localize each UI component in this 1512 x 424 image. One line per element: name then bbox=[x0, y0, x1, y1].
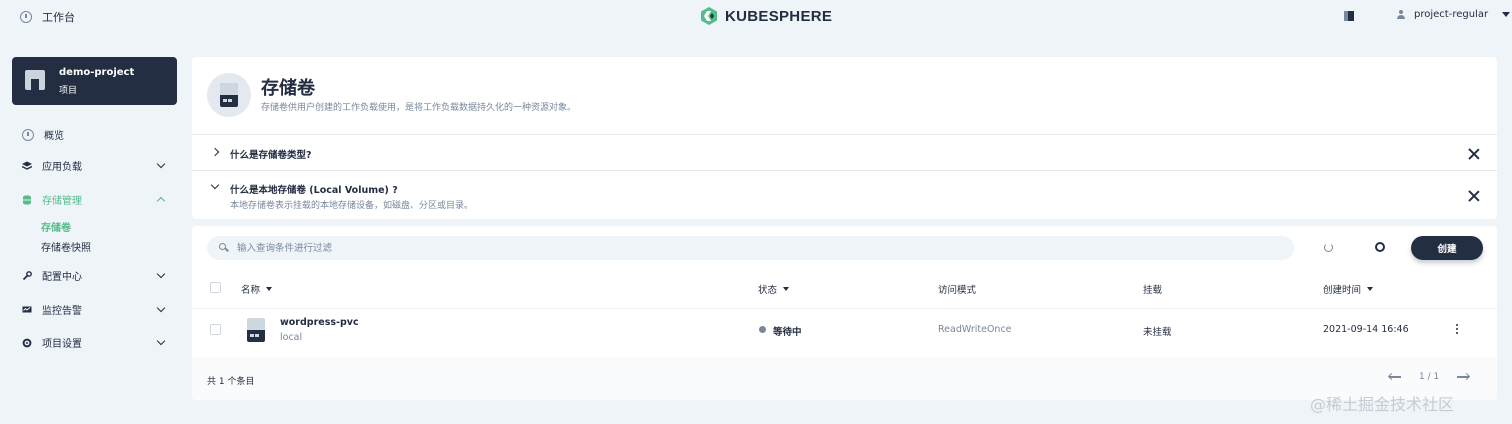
sidebar-item-monitoring[interactable]: 监控告警 bbox=[22, 302, 82, 317]
column-label: 访问模式 bbox=[938, 285, 977, 296]
brand-name: KUBESPHERE bbox=[725, 7, 833, 25]
page-header: 存储卷 存储卷供用户创建的工作负载使用，是将工作负载数据持久化的一种资源对象。 bbox=[192, 57, 1497, 134]
chevron-down-icon[interactable] bbox=[156, 269, 166, 279]
user-name: project-regular bbox=[1414, 9, 1489, 20]
caret-down-icon bbox=[1502, 12, 1511, 17]
sidebar-item-label: 存储管理 bbox=[42, 196, 82, 207]
sidebar-item-label: 配置中心 bbox=[42, 272, 82, 283]
table-footer: 共 1 个条目 1 / 1 bbox=[192, 357, 1497, 400]
sort-caret-icon bbox=[1367, 287, 1374, 291]
project-icon bbox=[25, 70, 45, 90]
chevron-right-icon bbox=[210, 147, 220, 157]
close-icon[interactable] bbox=[1468, 148, 1480, 160]
workbench-link[interactable]: 工作台 bbox=[20, 9, 75, 25]
volume-name[interactable]: wordpress-pvc bbox=[280, 317, 359, 328]
faq-item-local-volume[interactable]: 什么是本地存储卷 (Local Volume) ? 本地存储卷表示挂载的本地存储… bbox=[192, 170, 1497, 219]
project-selector[interactable]: demo-project 项目 bbox=[12, 57, 177, 105]
chevron-down-icon bbox=[210, 180, 220, 190]
document-icon[interactable] bbox=[1344, 11, 1354, 21]
page-title: 存储卷 bbox=[261, 78, 315, 99]
total-count: 共 1 个条目 bbox=[207, 377, 255, 387]
sidebar-subitem-volume-snapshots[interactable]: 存储卷快照 bbox=[41, 239, 91, 254]
overview-icon bbox=[22, 128, 34, 141]
chevron-down-icon[interactable] bbox=[156, 303, 166, 313]
layers-icon bbox=[22, 161, 32, 170]
page-description: 存储卷供用户创建的工作负载使用，是将工作负载数据持久化的一种资源对象。 bbox=[261, 103, 577, 113]
column-label: 创建时间 bbox=[1323, 285, 1362, 296]
project-name: demo-project bbox=[59, 67, 135, 78]
user-icon bbox=[1396, 9, 1406, 20]
search-input[interactable] bbox=[237, 236, 1277, 260]
sidebar-item-label: 监控告警 bbox=[42, 306, 82, 317]
chevron-down-icon[interactable] bbox=[156, 159, 166, 169]
kubesphere-logo-icon bbox=[699, 6, 719, 26]
faq-item-volume-type[interactable]: 什么是存储卷类型? bbox=[192, 134, 1497, 170]
refresh-icon[interactable] bbox=[1324, 243, 1333, 252]
gear-icon bbox=[22, 338, 32, 347]
header-icon-bg bbox=[207, 73, 251, 117]
watermark: @稀土掘金技术社区 bbox=[1310, 395, 1455, 414]
column-label: 状态 bbox=[758, 285, 778, 296]
created-time: 2021-09-14 16:46 bbox=[1323, 324, 1409, 335]
column-label: 名称 bbox=[241, 285, 261, 296]
sidebar-item-label: 项目设置 bbox=[42, 339, 82, 350]
wrench-icon bbox=[22, 270, 32, 280]
sidebar-item-overview[interactable]: 概览 bbox=[22, 127, 64, 142]
database-icon bbox=[23, 194, 31, 205]
more-icon[interactable] bbox=[1456, 324, 1459, 335]
sort-caret-icon bbox=[266, 287, 273, 291]
volume-icon bbox=[220, 83, 238, 107]
column-header-status[interactable]: 状态 bbox=[758, 282, 790, 296]
next-page-icon[interactable] bbox=[1457, 373, 1470, 381]
sidebar-item-project-settings[interactable]: 项目设置 bbox=[22, 335, 82, 350]
workbench-label: 工作台 bbox=[42, 11, 75, 24]
storage-class: local bbox=[280, 332, 303, 343]
close-icon[interactable] bbox=[1468, 190, 1480, 202]
column-header-mount: 挂载 bbox=[1143, 282, 1162, 296]
faq-title: 什么是存储卷类型? bbox=[230, 150, 312, 161]
sidebar-item-configuration[interactable]: 配置中心 bbox=[22, 268, 82, 283]
prev-page-icon[interactable] bbox=[1389, 373, 1401, 381]
user-menu[interactable]: project-regular bbox=[1396, 9, 1511, 20]
kubesphere-logo[interactable]: KUBESPHERE bbox=[699, 6, 832, 26]
create-button[interactable]: 创建 bbox=[1411, 236, 1483, 260]
top-bar: 工作台 KUBESPHERE project-regular bbox=[0, 0, 1512, 34]
column-header-created[interactable]: 创建时间 bbox=[1323, 282, 1374, 296]
volume-status: 等待中 bbox=[773, 327, 802, 338]
row-checkbox[interactable] bbox=[210, 324, 221, 335]
search-bar[interactable] bbox=[207, 236, 1294, 260]
monitor-icon bbox=[22, 306, 32, 312]
sidebar-subitem-volumes[interactable]: 存储卷 bbox=[41, 219, 71, 234]
mount-status: 未挂载 bbox=[1143, 327, 1172, 338]
column-header-name[interactable]: 名称 bbox=[241, 282, 273, 296]
status-dot bbox=[759, 326, 766, 333]
page-indicator: 1 / 1 bbox=[1419, 372, 1440, 382]
project-type: 项目 bbox=[59, 86, 78, 96]
pagination: 1 / 1 bbox=[1389, 372, 1470, 382]
volume-list: 创建 名称 状态 访问模式 挂载 创建时间 wordpress-pvc loca… bbox=[192, 226, 1497, 400]
sidebar-item-workloads[interactable]: 应用负载 bbox=[22, 158, 82, 173]
sort-caret-icon bbox=[783, 287, 790, 291]
settings-icon[interactable] bbox=[1375, 242, 1385, 252]
faq-title: 什么是本地存储卷 (Local Volume) ? bbox=[230, 185, 398, 196]
select-all-checkbox[interactable] bbox=[210, 282, 221, 293]
chevron-down-icon[interactable] bbox=[156, 336, 166, 346]
sidebar-item-label: 概览 bbox=[44, 131, 64, 142]
access-mode: ReadWriteOnce bbox=[938, 324, 1012, 335]
sidebar-item-storage[interactable]: 存储管理 bbox=[22, 192, 82, 207]
column-label: 挂载 bbox=[1143, 285, 1163, 296]
row-divider bbox=[192, 308, 1497, 309]
chevron-up-icon[interactable] bbox=[156, 196, 166, 206]
faq-description: 本地存储卷表示挂载的本地存储设备，如磁盘、分区或目录。 bbox=[230, 201, 474, 211]
search-icon bbox=[219, 243, 226, 250]
sidebar-item-label: 应用负载 bbox=[42, 162, 82, 173]
column-header-access-mode: 访问模式 bbox=[938, 282, 976, 296]
dashboard-icon bbox=[20, 11, 32, 23]
volume-icon bbox=[247, 318, 265, 342]
